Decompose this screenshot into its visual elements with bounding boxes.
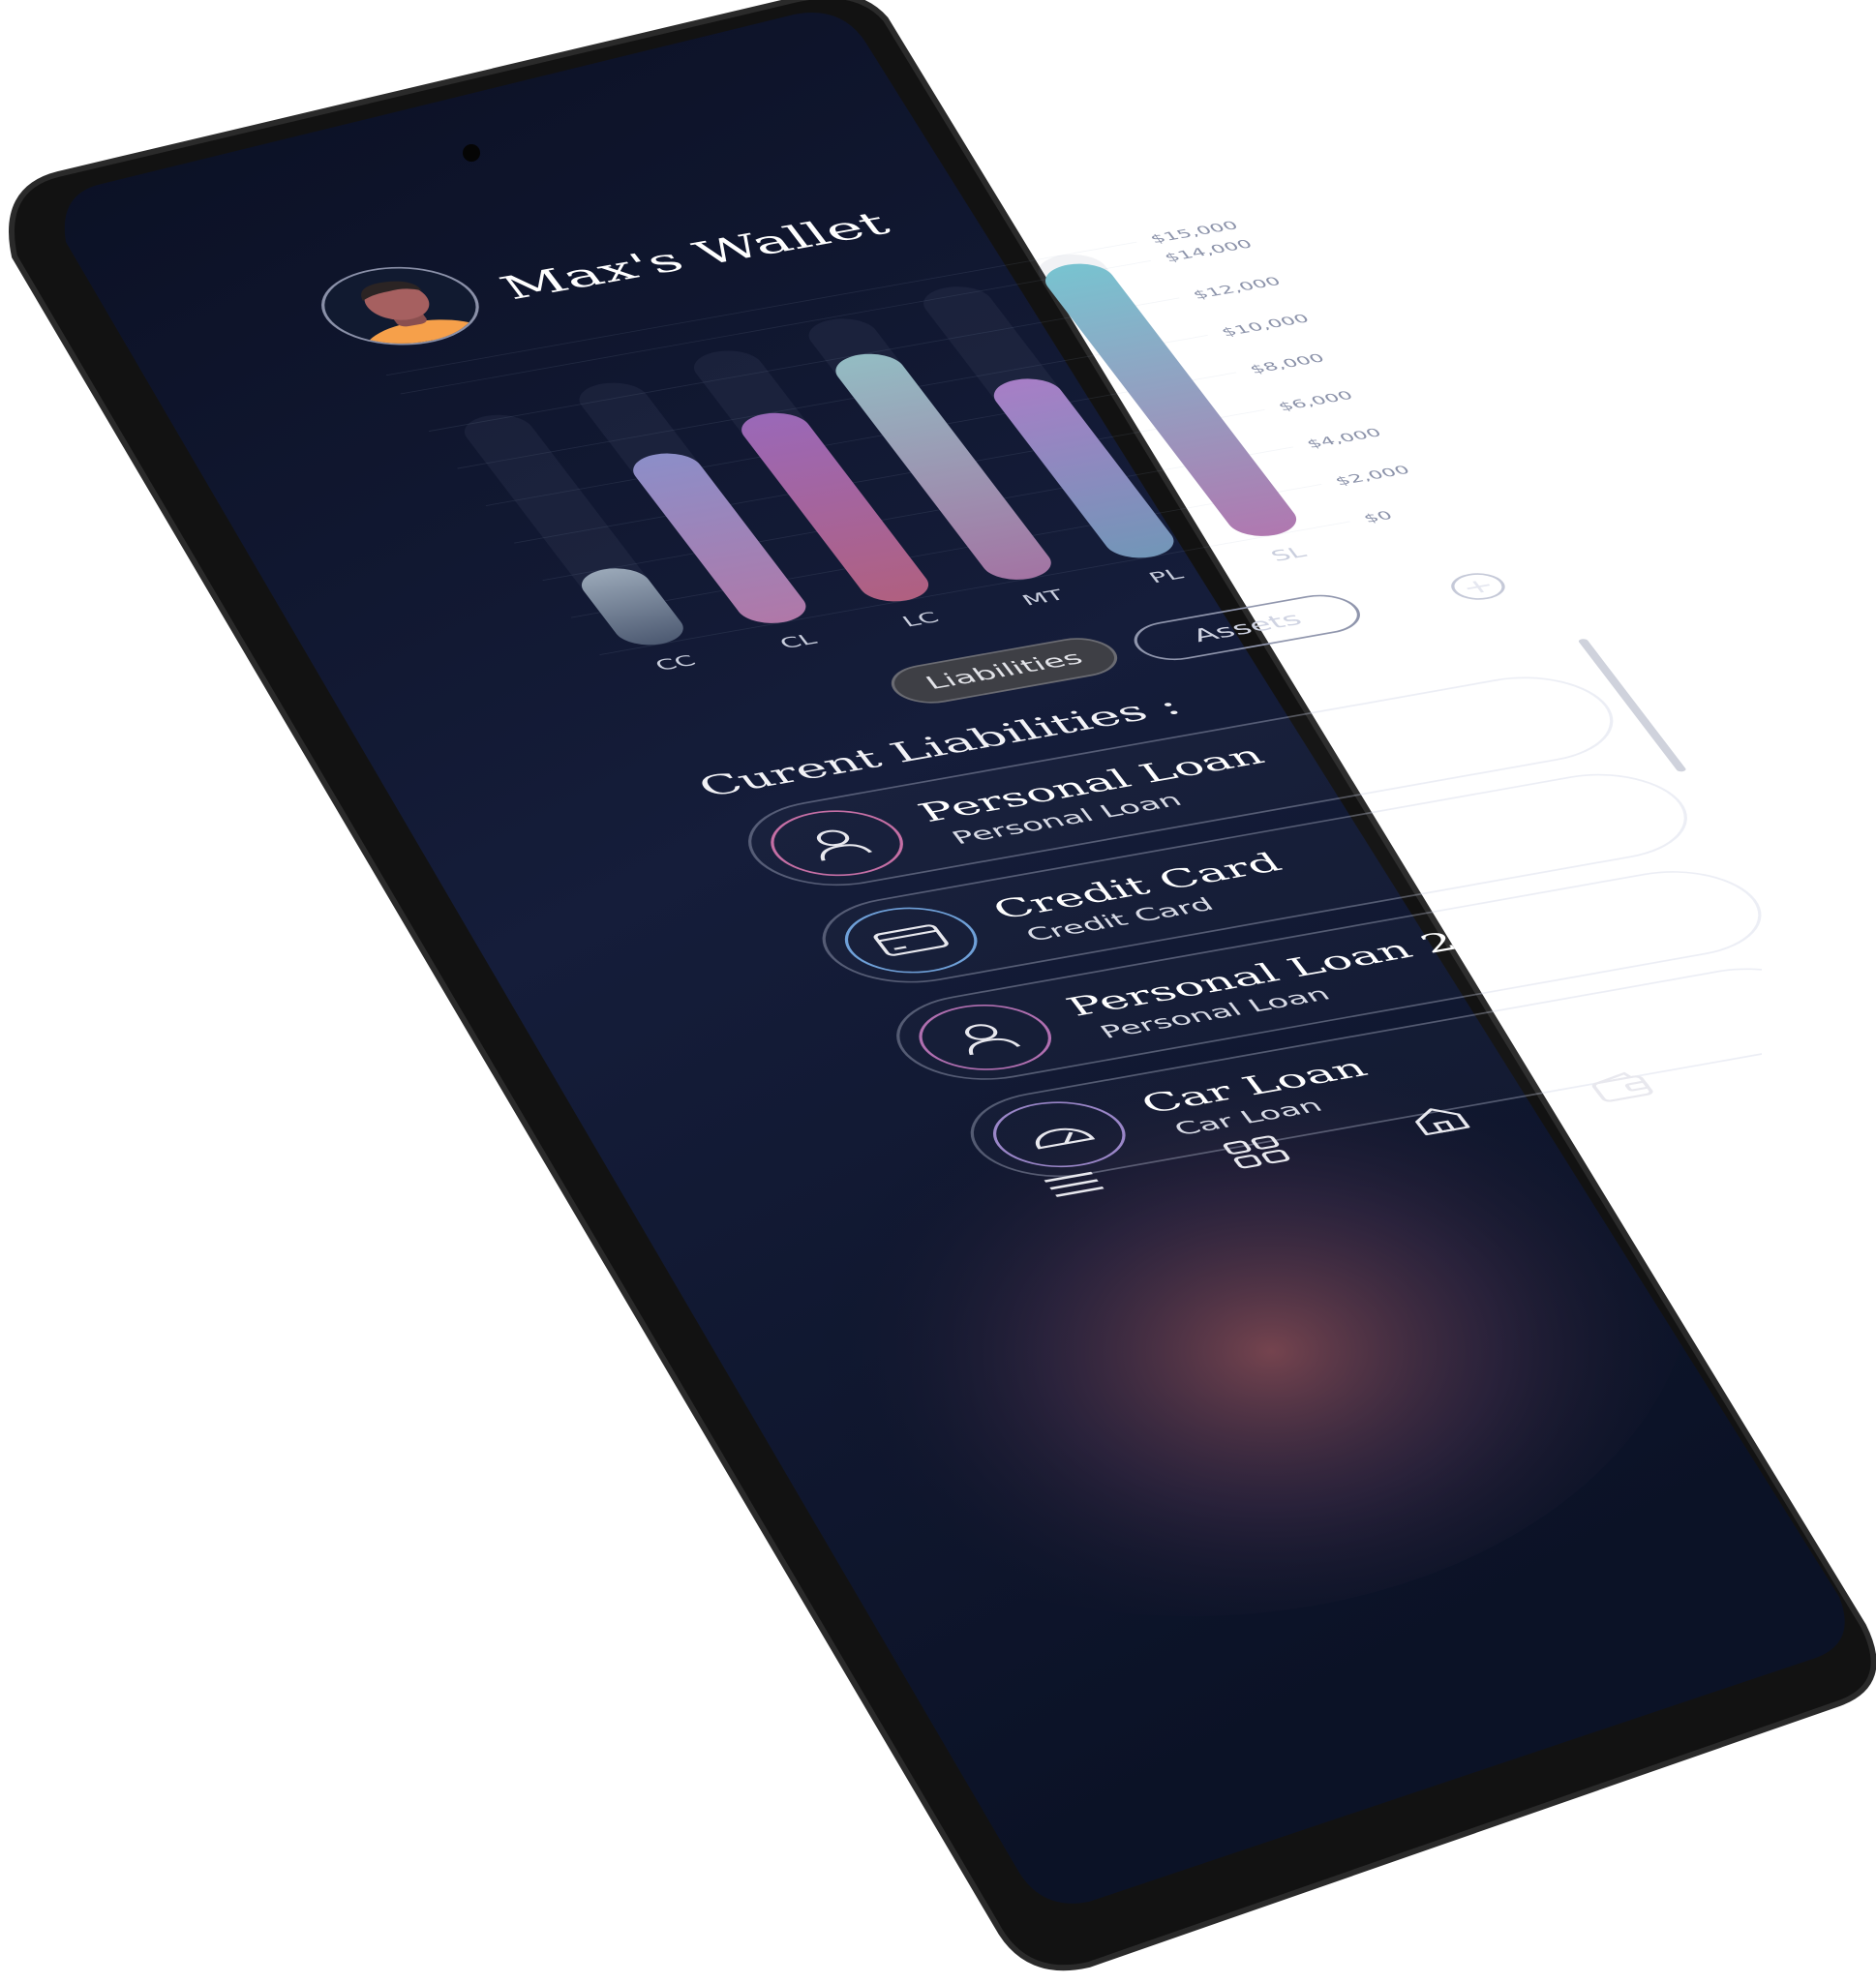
nav-grid[interactable] <box>1195 1122 1317 1182</box>
y-tick-label: $12,000 <box>1190 275 1284 302</box>
y-tick-label: $0 <box>1360 509 1396 526</box>
menu-icon <box>1044 1171 1104 1197</box>
plus-icon: + <box>1455 573 1501 600</box>
x-tick-label: SL <box>1267 544 1310 564</box>
add-button[interactable]: + <box>1443 569 1513 604</box>
y-tick-label: $2,000 <box>1332 464 1413 489</box>
nav-menu[interactable] <box>1014 1155 1135 1215</box>
card-icon-ring <box>751 800 923 886</box>
y-tick-label: $4,000 <box>1304 426 1385 451</box>
x-tick-label: PL <box>1145 566 1188 586</box>
card-amount: $5,500 <box>1541 890 1715 945</box>
nav-wallet[interactable] <box>1560 1058 1682 1118</box>
y-tick-label: $10,000 <box>1219 312 1313 339</box>
x-tick-label: CL <box>776 631 821 652</box>
card-amount: $4,000 <box>1392 697 1567 751</box>
x-tick-label: LC <box>898 610 943 630</box>
credit-card-icon <box>873 924 949 956</box>
nav-home[interactable] <box>1378 1090 1500 1150</box>
user-icon <box>816 829 873 861</box>
speedometer-icon <box>1035 1127 1096 1150</box>
wallet-icon <box>1591 1071 1653 1102</box>
card-icon-ring <box>825 898 997 982</box>
card-amount: $4,500 <box>1467 794 1642 848</box>
card-icon-ring <box>899 995 1071 1080</box>
grid-icon <box>1223 1135 1290 1169</box>
user-icon <box>964 1024 1021 1056</box>
card-amount: $7,500 <box>1615 988 1762 1042</box>
app-screen: Max's Wallet $15,000 $14,000 $12,000 $10,00… <box>261 94 1762 1242</box>
screen: Max's Wallet $15,000 $14,000 $12,000 $10,00… <box>116 14 1762 1891</box>
y-tick-label: $6,000 <box>1275 389 1356 414</box>
bar-cc <box>581 568 683 646</box>
x-tick-label: CC <box>651 652 700 674</box>
avatar-icon <box>361 281 499 356</box>
y-tick-label: $8,000 <box>1247 351 1328 376</box>
x-tick-label: MT <box>1018 587 1070 610</box>
avatar[interactable] <box>298 255 502 356</box>
home-icon <box>1415 1108 1470 1136</box>
